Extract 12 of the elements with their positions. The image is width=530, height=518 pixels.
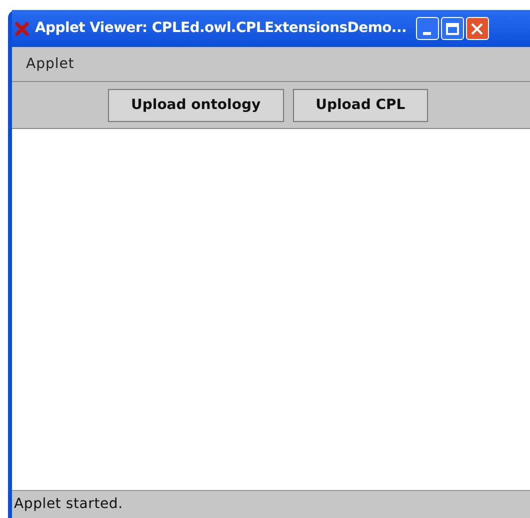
close-mark-icon — [15, 22, 29, 36]
close-icon — [471, 22, 483, 34]
upload-button[interactable]: Upload ontology — [108, 88, 284, 122]
maximize-button[interactable] — [440, 17, 464, 40]
close-button[interactable] — [466, 17, 488, 40]
minimize-icon — [423, 32, 431, 35]
maximize-icon — [446, 22, 458, 34]
menu-item[interactable]: Applet — [26, 54, 74, 74]
window-title: Applet Viewer: CPLEd.owl.CPLExtensionsDemo... — [35, 19, 406, 38]
minimize-button[interactable] — [416, 17, 438, 40]
upload-button[interactable]: Upload CPL — [292, 88, 428, 122]
status-text: Applet started. — [14, 495, 123, 514]
